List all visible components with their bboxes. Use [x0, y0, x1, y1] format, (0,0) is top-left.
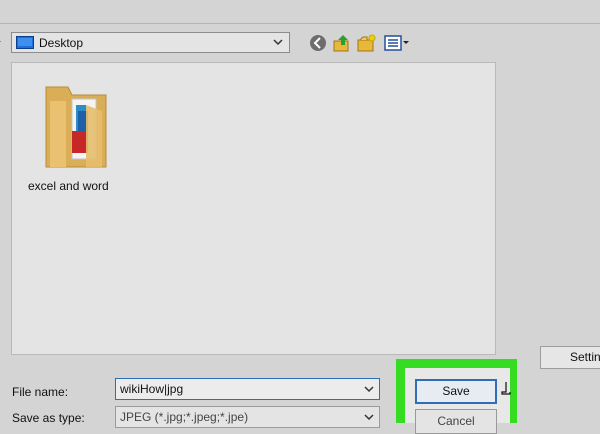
- view-menu-icon[interactable]: [383, 33, 411, 53]
- file-name-input[interactable]: wikiHow|jpg: [115, 378, 380, 400]
- back-arrow-icon[interactable]: [308, 33, 328, 53]
- look-in-value: Desktop: [39, 36, 84, 50]
- cursor-icon: [501, 382, 511, 395]
- file-item-label: excel and word: [28, 179, 109, 193]
- folder-icon: [45, 86, 107, 168]
- file-name-label: File name:: [12, 385, 69, 399]
- settings-button[interactable]: Settin: [540, 346, 600, 369]
- dialog-top-strip: [0, 0, 600, 24]
- desktop-folder-icon: [16, 36, 34, 49]
- file-list-pane[interactable]: excel and word: [11, 62, 496, 355]
- new-folder-icon[interactable]: [357, 33, 377, 53]
- file-name-value: wikiHow|jpg: [120, 382, 184, 396]
- chevron-down-icon[interactable]: [270, 35, 286, 50]
- save-as-type-dropdown[interactable]: JPEG (*.jpg;*.jpeg;*.jpe): [115, 406, 380, 428]
- chevron-down-icon[interactable]: [361, 381, 377, 397]
- save-button[interactable]: Save: [415, 379, 497, 404]
- cancel-button[interactable]: Cancel: [415, 409, 497, 434]
- look-in-label-fragment: r: [0, 38, 1, 50]
- save-as-type-value: JPEG (*.jpg;*.jpeg;*.jpe): [120, 410, 249, 424]
- look-in-dropdown[interactable]: Desktop: [11, 32, 290, 53]
- up-folder-icon[interactable]: [332, 33, 352, 53]
